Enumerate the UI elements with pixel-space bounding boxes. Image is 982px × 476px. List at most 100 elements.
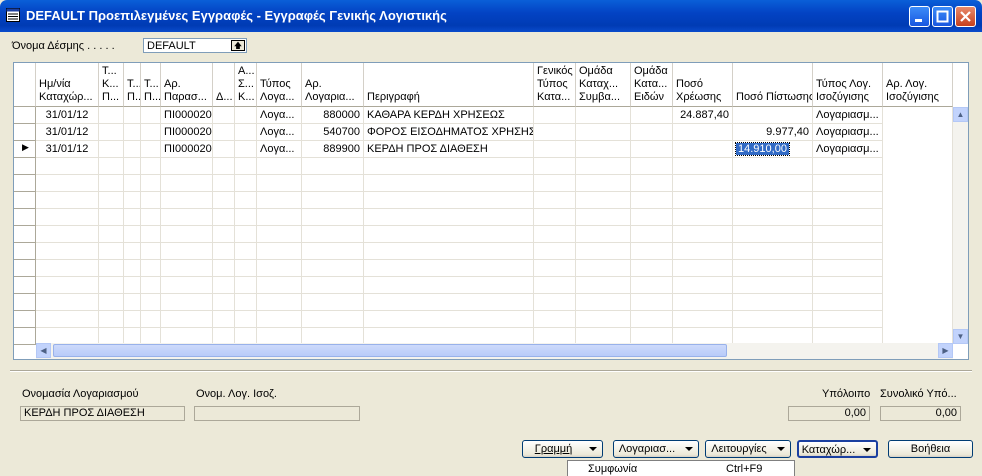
grid-cell[interactable]	[213, 311, 235, 328]
column-header[interactable]: Γενικός Τύπος Κατα...	[534, 63, 576, 107]
grid-cell[interactable]	[534, 192, 576, 209]
grid-cell[interactable]	[631, 243, 673, 260]
grid-cell[interactable]	[161, 277, 213, 294]
grid-cell[interactable]	[124, 277, 141, 294]
grid-cell[interactable]	[213, 294, 235, 311]
grid-cell[interactable]	[576, 175, 631, 192]
grid-cell[interactable]	[213, 277, 235, 294]
grid-cell[interactable]	[213, 175, 235, 192]
grid-cell[interactable]	[631, 192, 673, 209]
grid-cell[interactable]	[235, 209, 257, 226]
grid-cell[interactable]	[631, 226, 673, 243]
grid-cell[interactable]	[141, 226, 161, 243]
grid-cell[interactable]: Λογα...	[257, 124, 302, 141]
grid-cell[interactable]	[302, 175, 364, 192]
grid-cell[interactable]	[364, 243, 534, 260]
row-selector[interactable]: ▶	[14, 141, 36, 158]
grid-cell[interactable]: 31/01/12	[36, 141, 99, 158]
grid-cell[interactable]: 9.977,40	[733, 124, 813, 141]
grid-cell[interactable]	[534, 277, 576, 294]
grid-cell[interactable]	[36, 311, 99, 328]
grid-cell[interactable]	[36, 294, 99, 311]
grid-cell[interactable]	[813, 209, 883, 226]
grid-cell[interactable]	[631, 260, 673, 277]
grid-cell[interactable]	[141, 209, 161, 226]
grid-cell[interactable]	[576, 192, 631, 209]
grid-cell[interactable]: 880000	[302, 107, 364, 124]
grid-cell[interactable]	[99, 141, 124, 158]
grid-cell[interactable]	[257, 175, 302, 192]
grid-cell[interactable]	[534, 158, 576, 175]
grid-cell[interactable]	[813, 260, 883, 277]
row-selector[interactable]	[14, 243, 36, 260]
grid-cell[interactable]	[576, 141, 631, 158]
grid-cell[interactable]	[213, 107, 235, 124]
close-button[interactable]	[955, 6, 976, 27]
grid-cell[interactable]	[302, 277, 364, 294]
grid-cell[interactable]	[235, 124, 257, 141]
grid-cell[interactable]	[141, 260, 161, 277]
column-header[interactable]: Δ...	[213, 63, 235, 107]
grid-cell[interactable]	[257, 209, 302, 226]
grid-cell[interactable]: ΦΟΡΟΣ ΕΙΣΟΔΗΜΑΤΟΣ ΧΡΗΣΗΣ	[364, 124, 534, 141]
grid-cell[interactable]	[673, 226, 733, 243]
grid-cell[interactable]	[124, 141, 141, 158]
grid-cell[interactable]	[124, 124, 141, 141]
row-selector[interactable]	[14, 311, 36, 328]
grid-cell[interactable]	[813, 294, 883, 311]
batch-name-field[interactable]: DEFAULT 🡅	[143, 38, 247, 53]
grid-cell[interactable]	[235, 192, 257, 209]
grid-cell[interactable]	[534, 260, 576, 277]
column-header[interactable]: Ομάδα Κατα... Ειδών	[631, 63, 673, 107]
grid-cell[interactable]: ΠΙ000020	[161, 141, 213, 158]
grid-cell[interactable]	[364, 294, 534, 311]
grid-cell[interactable]	[534, 124, 576, 141]
grid-cell[interactable]	[576, 226, 631, 243]
grid-cell[interactable]	[364, 158, 534, 175]
grid-cell[interactable]	[673, 124, 733, 141]
row-selector[interactable]	[14, 294, 36, 311]
line-menu-button[interactable]: Γραμμή	[522, 440, 603, 458]
grid-cell[interactable]	[576, 294, 631, 311]
horizontal-scrollbar[interactable]: ◀ ▶	[36, 343, 953, 359]
grid-cell[interactable]	[213, 260, 235, 277]
account-menu-button[interactable]: Λογαριασ...	[613, 440, 699, 458]
grid-cell[interactable]	[36, 277, 99, 294]
grid-cell[interactable]	[733, 226, 813, 243]
grid-cell[interactable]	[161, 226, 213, 243]
grid-cell[interactable]	[534, 175, 576, 192]
grid-cell[interactable]	[631, 141, 673, 158]
help-button[interactable]: Βοήθεια	[888, 440, 973, 458]
grid-cell[interactable]	[99, 158, 124, 175]
grid-cell[interactable]: ΚΑΘΑΡΑ ΚΕΡΔΗ ΧΡΗΣΕΩΣ	[364, 107, 534, 124]
grid-cell[interactable]	[213, 209, 235, 226]
column-header[interactable]: Τύπος Λογ. Ισοζύγισης	[813, 63, 883, 107]
grid-cell[interactable]	[576, 260, 631, 277]
row-selector[interactable]	[14, 226, 36, 243]
column-header[interactable]: Περιγραφή	[364, 63, 534, 107]
grid-cell[interactable]	[161, 175, 213, 192]
grid-cell[interactable]	[257, 277, 302, 294]
grid-cell[interactable]	[631, 107, 673, 124]
grid-cell[interactable]	[302, 192, 364, 209]
grid-cell[interactable]	[99, 277, 124, 294]
grid-cell[interactable]	[673, 141, 733, 158]
grid-cell[interactable]	[141, 277, 161, 294]
grid-cell[interactable]	[235, 311, 257, 328]
grid-cell[interactable]	[161, 158, 213, 175]
grid-cell[interactable]	[631, 277, 673, 294]
grid-cell[interactable]	[733, 294, 813, 311]
grid-cell[interactable]	[673, 243, 733, 260]
scroll-down-icon[interactable]: ▼	[953, 329, 968, 344]
grid-cell[interactable]	[141, 158, 161, 175]
grid-cell[interactable]	[813, 158, 883, 175]
scroll-up-icon[interactable]: ▲	[953, 107, 968, 122]
grid-cell[interactable]	[161, 192, 213, 209]
lookup-arrow-icon[interactable]: 🡅	[231, 40, 245, 51]
grid-cell[interactable]	[364, 209, 534, 226]
grid-cell[interactable]	[673, 277, 733, 294]
title-bar[interactable]: DEFAULT Προεπιλεγμένες Εγγραφές - Εγγραφ…	[0, 0, 982, 32]
grid-cell[interactable]	[161, 243, 213, 260]
grid-cell[interactable]	[364, 277, 534, 294]
grid-cell[interactable]	[235, 277, 257, 294]
